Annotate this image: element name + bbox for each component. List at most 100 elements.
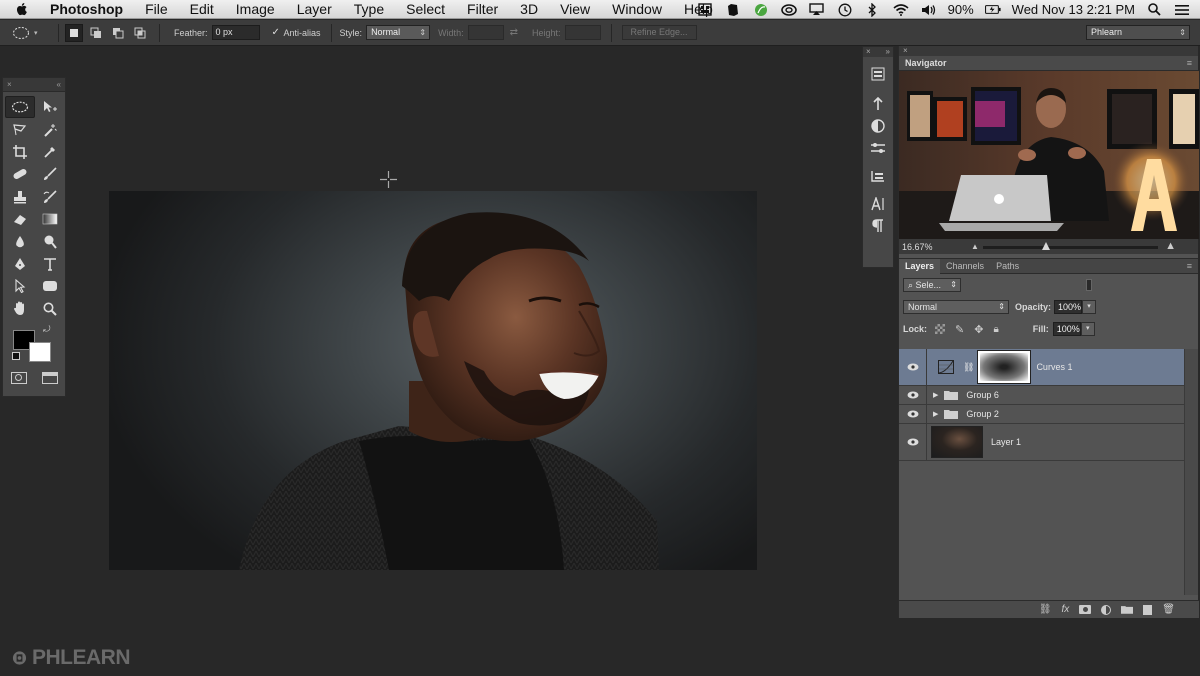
brush-tool[interactable] (35, 163, 65, 185)
layer-mask-thumbnail[interactable] (977, 350, 1032, 384)
zoom-in-icon[interactable]: ▲ (1165, 240, 1176, 252)
opacity-dropdown-icon[interactable]: ▾ (1082, 300, 1097, 314)
tab-paths[interactable]: Paths (990, 259, 1025, 274)
visibility-eye-icon[interactable] (899, 405, 927, 423)
time-machine-icon[interactable] (837, 3, 853, 17)
paragraph-panel-button[interactable] (863, 215, 893, 237)
notification-center-icon[interactable] (1174, 3, 1190, 17)
layer-row-layer-1[interactable]: Layer 1 (899, 424, 1185, 461)
navigator-zoom-knob[interactable] (1042, 242, 1050, 250)
navigator-zoom-value[interactable]: 16.67% (902, 242, 933, 252)
swap-width-height-icon[interactable]: ⇄ (510, 27, 518, 38)
eraser-tool[interactable] (5, 208, 35, 230)
menu-file[interactable]: File (134, 0, 179, 19)
new-group-folder-icon[interactable] (1121, 605, 1134, 614)
trash-icon[interactable]: 🗑︎ (1162, 604, 1175, 615)
layer-name[interactable]: Group 6 (966, 390, 999, 400)
layer-comps-button[interactable] (863, 165, 893, 187)
magic-wand-tool[interactable] (35, 118, 65, 140)
height-input[interactable] (564, 25, 601, 40)
type-tool[interactable] (35, 253, 65, 275)
adjustments-panel-button[interactable] (863, 115, 893, 137)
fill-input[interactable]: 100% (1052, 322, 1081, 336)
screen-mode-icon[interactable] (41, 371, 58, 384)
move-tool[interactable] (35, 96, 65, 118)
navigator-panel-header[interactable]: Navigator ≡ (899, 56, 1198, 71)
wifi-icon[interactable] (893, 3, 909, 17)
new-adjustment-layer-icon[interactable] (1101, 604, 1112, 615)
creative-cloud-icon[interactable] (780, 3, 797, 17)
tools-panel-header[interactable]: × « (3, 78, 65, 92)
mission-control-icon[interactable] (697, 3, 713, 17)
expand-icon[interactable]: » (886, 47, 890, 57)
fill-dropdown-icon[interactable]: ▾ (1080, 322, 1095, 336)
leaf-icon[interactable] (753, 3, 769, 17)
path-selection-tool[interactable] (5, 275, 35, 297)
new-layer-icon[interactable] (1143, 604, 1153, 615)
navigator-preview[interactable] (899, 71, 1199, 239)
add-to-selection-button[interactable] (87, 24, 105, 42)
shape-tool[interactable] (35, 275, 65, 297)
history-panel-button[interactable] (863, 63, 893, 85)
elliptical-marquee-tool[interactable] (5, 96, 35, 119)
width-input[interactable] (467, 25, 504, 40)
menu-image[interactable]: Image (225, 0, 286, 19)
close-icon[interactable]: × (866, 47, 871, 57)
properties-panel-button[interactable] (863, 137, 893, 159)
volume-icon[interactable] (921, 3, 937, 17)
menu-filter[interactable]: Filter (456, 0, 509, 19)
layers-scrollbar[interactable] (1184, 349, 1198, 595)
tab-layers[interactable]: Layers (899, 258, 941, 274)
layer-filter-select[interactable]: ⌕ Sele... ⇕ (903, 278, 961, 292)
polygonal-lasso-tool[interactable] (5, 118, 35, 140)
menu-3d[interactable]: 3D (509, 0, 549, 19)
tool-presets-button[interactable] (863, 93, 893, 115)
blur-tool[interactable] (5, 230, 35, 252)
layer-name[interactable]: Layer 1 (991, 437, 1021, 447)
menu-edit[interactable]: Edit (179, 0, 225, 19)
filter-toggle[interactable] (1086, 279, 1092, 291)
layer-row-group-2[interactable]: ▶ Group 2 (899, 405, 1185, 424)
zoom-out-icon[interactable]: ▲ (971, 242, 979, 251)
menu-view[interactable]: View (549, 0, 601, 19)
apple-menu-icon[interactable] (14, 1, 30, 17)
dodge-tool[interactable] (35, 230, 65, 252)
battery-icon[interactable] (984, 3, 1001, 17)
expand-triangle-icon[interactable]: ▶ (933, 391, 938, 399)
zoom-tool[interactable] (35, 298, 65, 320)
anti-alias-checkbox[interactable]: ✓ (272, 28, 281, 38)
panel-menu-icon[interactable]: ≡ (1187, 58, 1192, 68)
layer-row-curves-1[interactable]: ⛓︎ Curves 1 (899, 349, 1185, 386)
close-icon[interactable]: × (7, 80, 12, 89)
navigator-zoom-slider[interactable] (983, 246, 1158, 249)
menu-type[interactable]: Type (343, 0, 395, 19)
background-color-swatch[interactable] (29, 341, 51, 362)
tab-channels[interactable]: Channels (940, 259, 990, 274)
eyedropper-tool[interactable] (35, 141, 65, 163)
dock-header[interactable]: ×» (863, 47, 893, 57)
bluetooth-icon[interactable] (865, 2, 881, 17)
clone-stamp-tool[interactable] (5, 186, 35, 208)
chain-link-icon[interactable]: ⛓︎ (963, 362, 974, 373)
menu-window[interactable]: Window (601, 0, 673, 19)
navigator-title[interactable]: Navigator (905, 58, 947, 68)
gradient-tool[interactable] (35, 208, 65, 230)
menu-select[interactable]: Select (395, 0, 456, 19)
expand-triangle-icon[interactable]: ▶ (933, 410, 938, 418)
feather-input[interactable]: 0 px (211, 25, 260, 40)
default-colors-icon[interactable] (12, 351, 20, 360)
evernote-icon[interactable] (725, 3, 741, 17)
collapse-icon[interactable]: « (57, 80, 61, 89)
new-selection-button[interactable] (65, 23, 83, 42)
menu-app-photoshop[interactable]: Photoshop (44, 0, 134, 19)
lock-position-icon[interactable]: ✥ (974, 323, 983, 336)
history-brush-tool[interactable] (35, 186, 65, 208)
tool-preset-picker[interactable]: ▾ (12, 23, 52, 43)
panel-column-header[interactable]: × (899, 46, 1198, 56)
blend-mode-select[interactable]: Normal ⇕ (903, 300, 1009, 314)
character-panel-button[interactable] (863, 193, 893, 215)
menu-layer[interactable]: Layer (286, 0, 343, 19)
layer-name[interactable]: Curves 1 (1036, 362, 1072, 372)
quick-mask-icon[interactable] (10, 371, 27, 384)
lock-all-icon[interactable]: 🔒︎ (993, 324, 998, 335)
